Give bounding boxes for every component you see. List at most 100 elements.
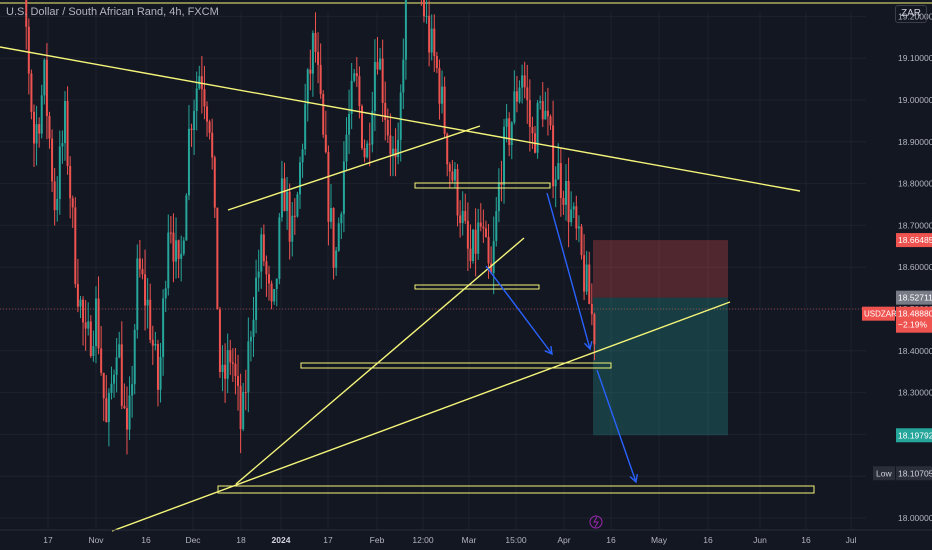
candle-body: [105, 398, 108, 423]
time-axis-label: 16: [801, 535, 811, 545]
candle-body: [495, 211, 498, 242]
candle-body: [544, 110, 547, 120]
candle-body: [296, 194, 299, 217]
price-axis-label: 18.80000: [898, 179, 932, 189]
candlestick-chart[interactable]: 18.0000018.1000018.2000018.3000018.40000…: [0, 0, 932, 550]
candle-body: [342, 161, 345, 214]
candle-body: [487, 237, 490, 264]
candle-body: [239, 385, 242, 430]
candle-body: [394, 148, 397, 158]
chart-root: 18.0000018.1000018.2000018.3000018.40000…: [0, 0, 932, 550]
candle-body: [513, 91, 516, 123]
candle-body: [386, 119, 389, 136]
candle-body: [389, 135, 392, 155]
candle-body: [518, 87, 521, 102]
candle-body: [319, 64, 322, 95]
candle-body: [27, 26, 30, 74]
candle-body: [469, 248, 472, 262]
candle-body: [288, 191, 291, 242]
candle-body: [252, 319, 255, 337]
candle-body: [120, 344, 123, 406]
candle-body: [503, 126, 506, 186]
candle-body: [268, 274, 271, 284]
candle-body: [446, 133, 449, 165]
candle-body: [213, 157, 216, 208]
candle-body: [185, 195, 188, 241]
candle-body: [257, 271, 260, 278]
candle-body: [231, 362, 234, 364]
candle-body: [508, 118, 511, 145]
candle-body: [58, 146, 61, 199]
price-axis-label: 18.00000: [898, 513, 932, 523]
candle-body: [464, 210, 467, 221]
candle-body: [332, 208, 335, 268]
candle-body: [366, 143, 369, 158]
candle-body: [79, 299, 82, 307]
candle-body: [107, 392, 110, 423]
candle-body: [71, 198, 74, 208]
candle-body: [293, 215, 296, 217]
candle-body: [100, 348, 103, 373]
candle-body: [314, 32, 317, 53]
candle-body: [138, 258, 141, 270]
candle-body: [260, 234, 263, 272]
rising-resistance-line: [227, 125, 481, 211]
candle-body: [588, 264, 591, 304]
arrow-down-1: [485, 265, 553, 355]
candle-body: [402, 59, 405, 93]
candle-body: [234, 363, 237, 377]
low-tag: Low: [876, 468, 892, 478]
candle-body: [497, 182, 500, 212]
time-axis-label: 16: [141, 535, 151, 545]
candle-body: [309, 69, 312, 74]
candle-body: [226, 350, 229, 379]
candle-body: [557, 163, 560, 180]
candle-body: [422, 0, 425, 17]
price-axis-label: 18.30000: [898, 388, 932, 398]
candle-body: [311, 32, 314, 74]
candle-body: [348, 113, 351, 135]
candle-body: [136, 258, 139, 330]
candle-body: [40, 95, 43, 134]
candle-body: [430, 28, 433, 53]
candle-body: [63, 101, 66, 144]
candle-body: [379, 58, 382, 70]
candle-body: [180, 253, 183, 259]
time-axis-label: 2024: [272, 535, 291, 545]
candle-body: [216, 207, 219, 310]
currency-button[interactable]: ZAR: [895, 5, 927, 23]
candle-body: [125, 408, 128, 430]
candle-body: [221, 364, 224, 373]
candle-body: [66, 101, 69, 166]
candle-body: [340, 213, 343, 224]
candle-body: [541, 101, 544, 120]
candle-body: [35, 124, 38, 144]
price-axis-label: 19.00000: [898, 95, 932, 105]
candle-body: [590, 303, 593, 315]
candle-body: [350, 80, 353, 114]
candle-body: [301, 149, 304, 163]
time-axis-label: 12:00: [412, 535, 434, 545]
candle-body: [397, 139, 400, 158]
candle-body: [384, 103, 387, 120]
stop-loss-zone: [593, 240, 728, 298]
candle-body: [193, 110, 196, 131]
candle-body: [474, 229, 477, 254]
price-axis-label: 18.60000: [898, 262, 932, 272]
time-axis-label: Dec: [185, 535, 201, 545]
candle-body: [164, 288, 167, 299]
candle-body: [51, 138, 54, 182]
candle-body: [61, 143, 64, 147]
candle-body: [327, 152, 330, 222]
candle-body: [515, 91, 518, 102]
time-axis-label: Mar: [462, 535, 477, 545]
candle-body: [577, 226, 580, 229]
candle-body: [570, 209, 573, 223]
time-axis-label: 17: [323, 535, 333, 545]
candle-body: [567, 181, 570, 223]
candle-body: [580, 226, 583, 256]
candle-body: [92, 346, 95, 357]
candle-body: [572, 206, 575, 210]
candle-body: [451, 171, 454, 181]
price-axis-label: 18.90000: [898, 137, 932, 147]
